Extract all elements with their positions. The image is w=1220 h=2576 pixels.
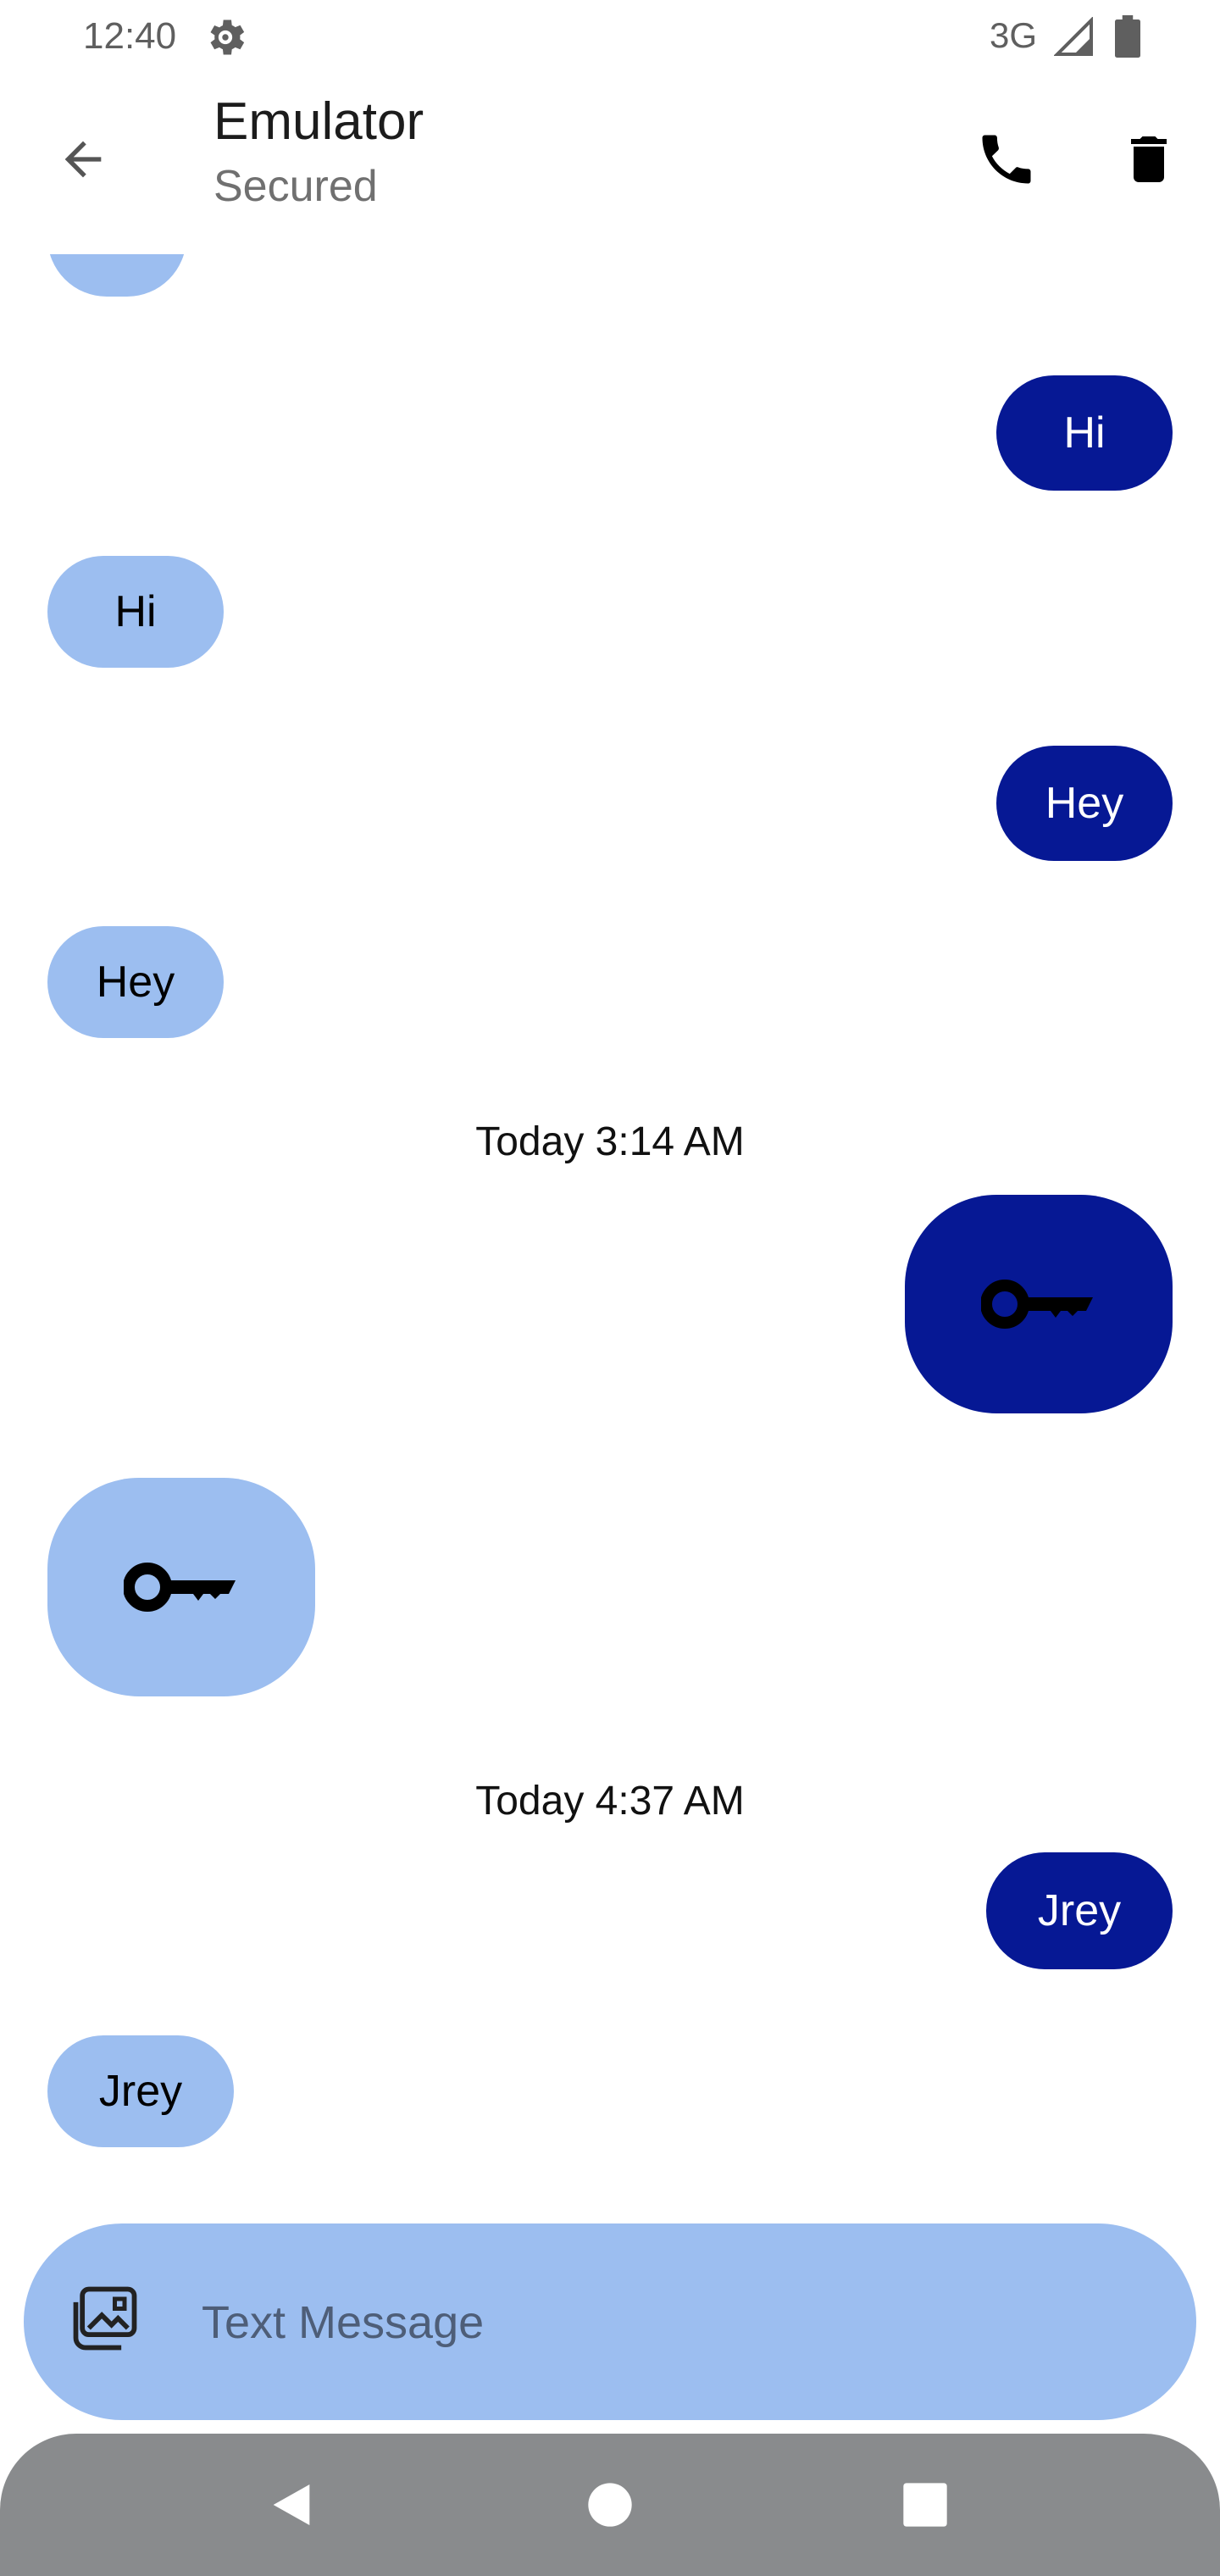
gear-icon <box>210 19 245 55</box>
message-bubble-sent[interactable]: Hi <box>996 375 1173 491</box>
home-circle-icon <box>588 2483 632 2527</box>
nav-home-button[interactable] <box>568 2462 652 2547</box>
message-list[interactable]: Hi Hi Hey Hey Today 3:14 AM Today 4:37 A… <box>0 254 1220 2220</box>
conversation-title: Emulator <box>214 92 424 151</box>
battery-icon <box>1115 15 1140 58</box>
message-bubble-received[interactable] <box>47 254 186 297</box>
message-bubble-sent[interactable]: Jrey <box>986 1852 1173 1969</box>
conversation-subtitle: Secured <box>214 162 378 211</box>
key-icon <box>981 1280 1093 1329</box>
signal-icon <box>1054 17 1093 56</box>
message-text: Hi <box>1063 408 1106 458</box>
nav-recents-button[interactable] <box>883 2462 968 2547</box>
message-bubble-received[interactable]: Jrey <box>47 2035 234 2147</box>
message-timestamp: Today 4:37 AM <box>475 1779 745 1824</box>
message-input[interactable] <box>202 2276 1151 2369</box>
nav-back-button[interactable] <box>249 2462 334 2547</box>
message-text: Hey <box>96 958 175 1007</box>
attach-image-button[interactable] <box>58 2271 152 2366</box>
message-bubble-received[interactable]: Hi <box>47 556 224 668</box>
phone-icon <box>982 135 1031 184</box>
trash-icon <box>1131 136 1167 182</box>
back-arrow-icon <box>64 141 102 178</box>
message-timestamp: Today 3:14 AM <box>475 1119 745 1164</box>
delete-button[interactable] <box>1108 119 1190 200</box>
status-time: 12:40 <box>83 15 177 57</box>
recents-square-icon <box>903 2483 947 2527</box>
message-bubble-sent[interactable]: Hey <box>996 746 1173 861</box>
back-triangle-icon <box>273 2484 310 2525</box>
key-exchange-bubble-received[interactable] <box>47 1478 315 1696</box>
message-text: Hi <box>114 587 157 636</box>
network-type: 3G <box>990 15 1038 55</box>
call-button[interactable] <box>966 119 1047 200</box>
compose-bar <box>24 2223 1196 2420</box>
message-text: Jrey <box>98 2067 183 2116</box>
message-bubble-received[interactable]: Hey <box>47 926 224 1038</box>
navigation-bar <box>0 2434 1220 2576</box>
screen: 12:40 3G Emulator Secured Hi Hi Hey Hey … <box>0 0 1220 2576</box>
status-bar: 12:40 3G <box>0 0 1220 76</box>
message-text: Jrey <box>1037 1886 1122 1935</box>
app-bar: Emulator Secured <box>0 76 1220 254</box>
image-gallery-icon <box>73 2286 137 2351</box>
back-button[interactable] <box>42 119 124 200</box>
key-exchange-bubble-sent[interactable] <box>905 1195 1173 1413</box>
message-text: Hey <box>1045 779 1124 828</box>
key-icon <box>124 1563 236 1612</box>
